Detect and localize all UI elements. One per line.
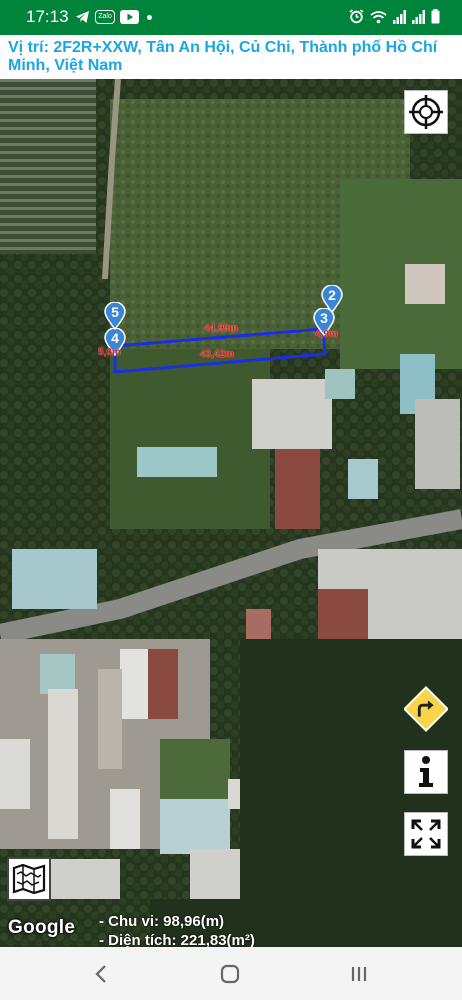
perimeter-text: - Chu vi: 98,96(m)	[99, 913, 225, 930]
back-icon	[95, 965, 106, 983]
status-time: 17:13	[26, 7, 69, 26]
expand-icon	[411, 819, 441, 849]
status-left-icons: Zalo	[75, 10, 152, 24]
telegram-icon	[76, 11, 89, 23]
segment-length-top: 44,99m	[204, 323, 238, 334]
map-type-button[interactable]	[7, 857, 51, 901]
segment-length-right: 4,9m	[315, 329, 338, 340]
wifi-icon	[370, 10, 387, 23]
home-button[interactable]	[217, 961, 243, 987]
location-address: Vị trí: 2F2R+XXW, Tân An Hội, Củ Chi, Th…	[8, 39, 438, 74]
notification-dot	[147, 14, 152, 20]
info-icon	[419, 756, 433, 787]
crosshair-icon	[409, 95, 443, 129]
recents-button[interactable]	[346, 961, 372, 987]
area-text: - Diện tích: 221,83(m²)	[99, 932, 255, 947]
alarm-icon	[349, 9, 364, 24]
status-bar: 17:13 Zalo	[0, 0, 462, 35]
battery-icon	[431, 9, 440, 24]
recents-icon	[351, 967, 367, 981]
marker-label: 2	[328, 287, 336, 303]
segment-length-left: 5,0m	[98, 347, 121, 358]
map-icon	[12, 864, 46, 894]
fullscreen-button[interactable]	[404, 812, 448, 856]
back-button[interactable]	[88, 961, 114, 987]
signal-icon	[393, 9, 406, 24]
route-button[interactable]	[404, 686, 448, 732]
turn-right-icon	[404, 686, 448, 732]
google-logo: Google	[8, 917, 76, 938]
info-button[interactable]	[404, 750, 448, 794]
home-icon	[220, 964, 240, 984]
plot-polygon-layer	[113, 327, 327, 374]
segment-length-bottom: 43,42m	[200, 349, 234, 360]
marker-label: 5	[111, 304, 119, 320]
signal-icon	[412, 9, 425, 24]
satellite-map[interactable]: 2 3 4 5 44,99m 43,42m 5,0m 4,9m Google -…	[0, 79, 462, 947]
navigation-bar	[0, 947, 462, 1000]
gps-button[interactable]	[404, 90, 448, 134]
marker-5[interactable]: 5	[104, 301, 126, 335]
zalo-icon: Zalo	[95, 10, 115, 24]
location-bar: Vị trí: 2F2R+XXW, Tân An Hội, Củ Chi, Th…	[0, 35, 462, 79]
youtube-icon	[120, 10, 139, 24]
measurement-stats: - Chu vi: 98,96(m) - Diện tích: 221,83(m…	[99, 912, 255, 947]
status-right-icons	[349, 9, 440, 24]
marker-label: 3	[320, 310, 328, 326]
